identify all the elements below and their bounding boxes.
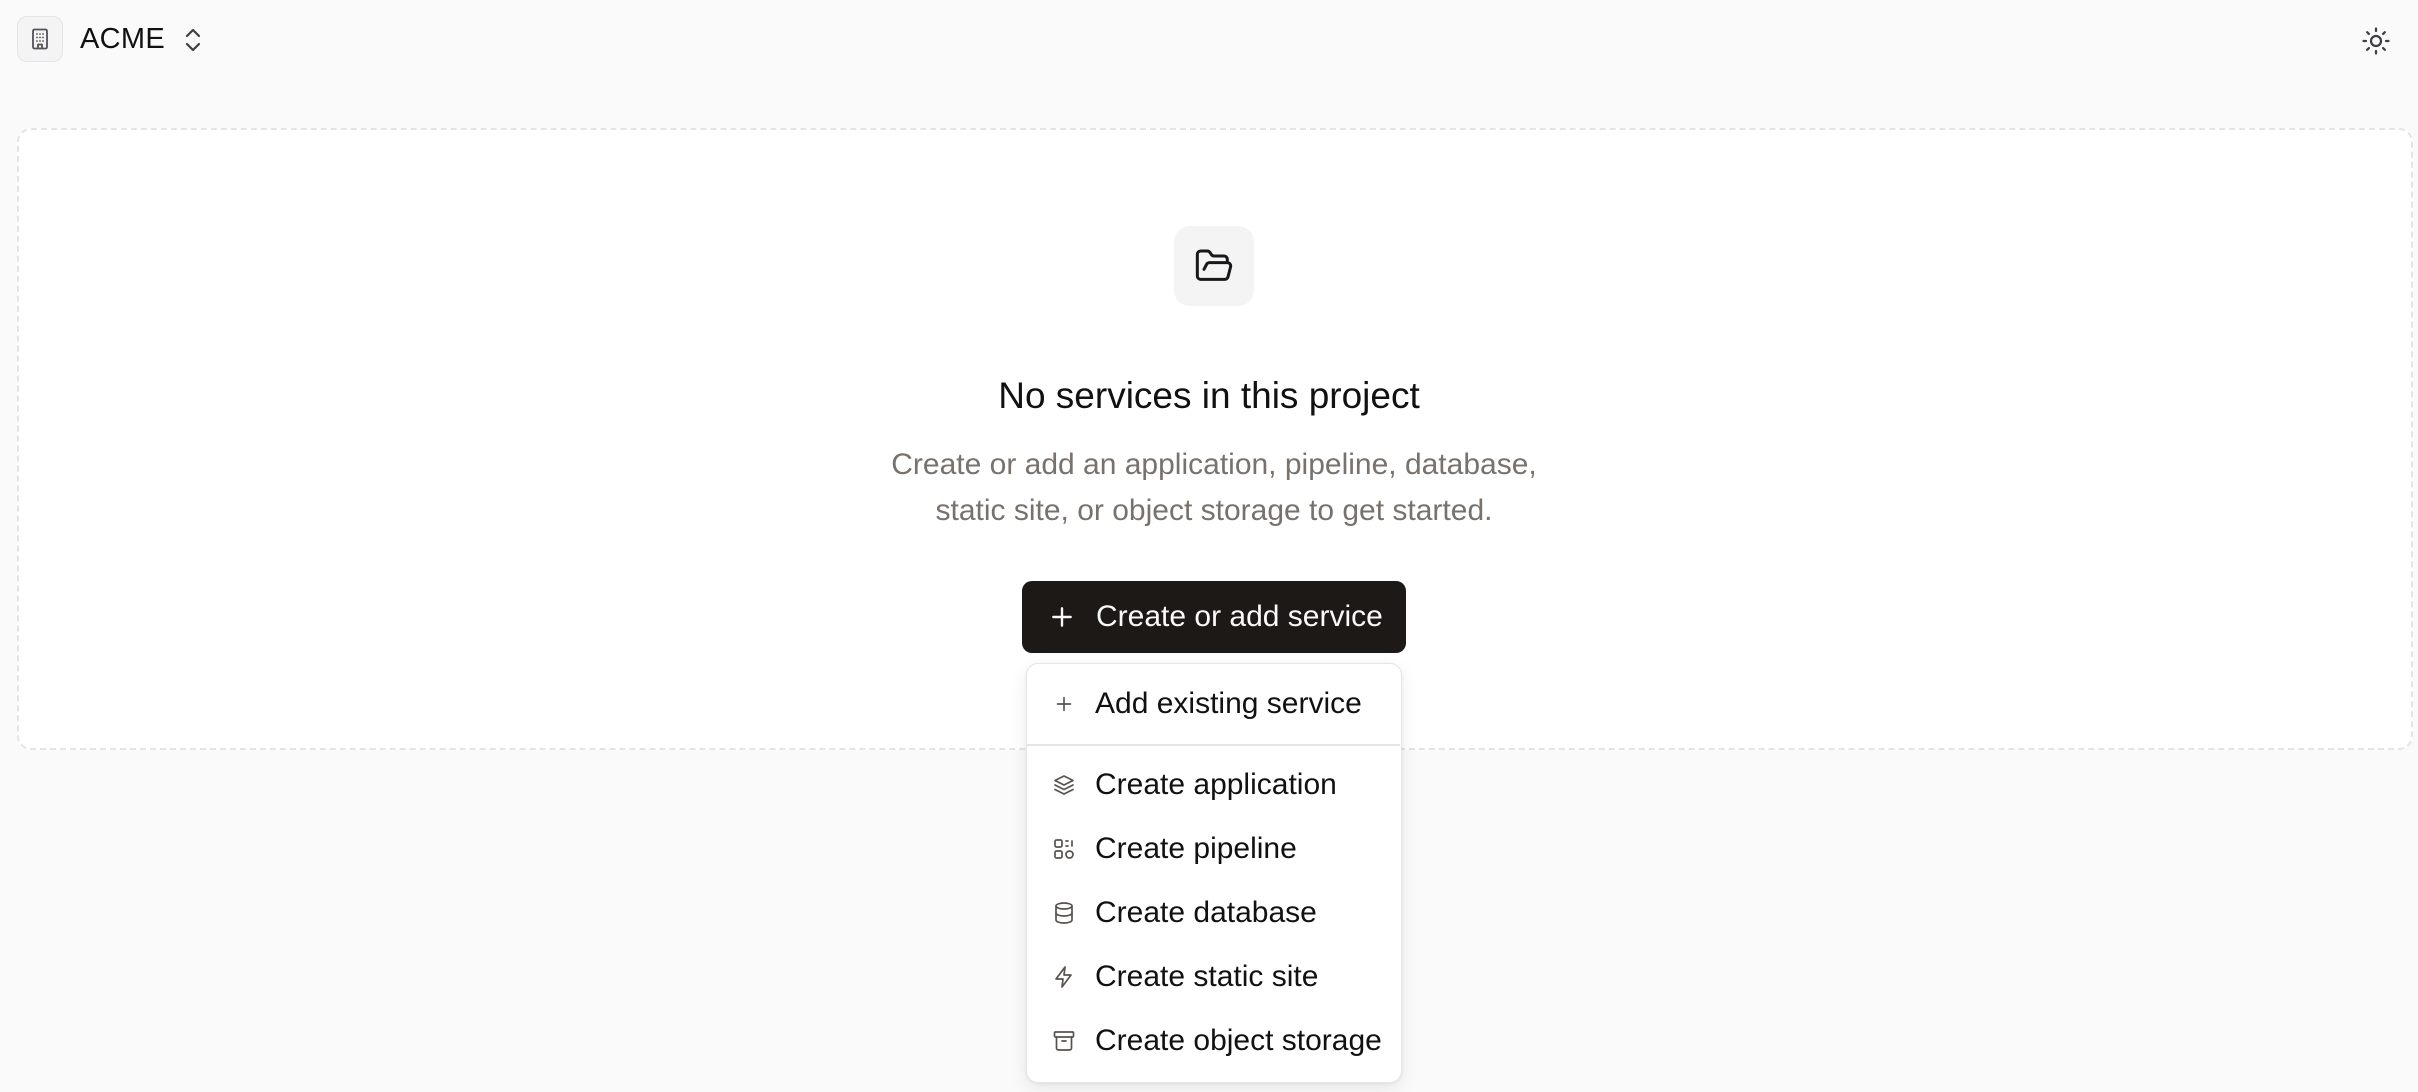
top-bar: ACME	[0, 0, 2418, 80]
folder-open-icon	[1195, 249, 1233, 281]
create-or-add-service-label: Create or add service	[1096, 600, 1383, 633]
menu-item-label: Create database	[1095, 896, 1317, 929]
archive-icon	[1051, 1028, 1077, 1054]
menu-item-label: Create application	[1095, 768, 1337, 801]
menu-item-create-application[interactable]: Create application	[1027, 755, 1403, 815]
empty-state-card	[17, 128, 2413, 750]
org-avatar-button[interactable]	[17, 16, 63, 62]
service-dropdown-menu: Add existing service Create application …	[1026, 663, 1402, 1083]
menu-item-label: Create static site	[1095, 960, 1319, 993]
plus-icon	[1051, 691, 1077, 717]
menu-separator	[1027, 744, 1400, 746]
create-or-add-service-button[interactable]: Create or add service	[1022, 581, 1406, 653]
empty-state-title: No services in this project	[998, 375, 1420, 416]
database-icon	[1051, 900, 1077, 926]
building-icon	[32, 28, 48, 50]
menu-item-create-static-site[interactable]: Create static site	[1027, 947, 1403, 1007]
menu-item-label: Create pipeline	[1095, 832, 1297, 865]
org-switcher-button[interactable]	[178, 22, 208, 58]
chevrons-up-down-icon	[185, 28, 201, 52]
menu-item-create-pipeline[interactable]: Create pipeline	[1027, 819, 1403, 879]
empty-state-icon-badge	[1174, 226, 1254, 306]
empty-state-description-line1: Create or add an application, pipeline, …	[891, 448, 1537, 481]
menu-item-create-database[interactable]: Create database	[1027, 883, 1403, 943]
workflow-icon	[1051, 836, 1077, 862]
layers-icon	[1051, 772, 1077, 798]
org-name[interactable]: ACME	[80, 20, 165, 58]
menu-item-create-object-storage[interactable]: Create object storage	[1027, 1011, 1403, 1071]
empty-state-description: Create or add an application, pipeline, …	[859, 442, 1569, 534]
menu-item-label: Add existing service	[1095, 687, 1362, 720]
sun-icon	[2362, 27, 2390, 55]
menu-item-add-existing-service[interactable]: Add existing service	[1027, 674, 1403, 734]
zap-icon	[1051, 964, 1077, 990]
empty-state-description-line2: static site, or object storage to get st…	[935, 494, 1493, 527]
menu-item-label: Create object storage	[1095, 1024, 1382, 1057]
theme-toggle-button[interactable]	[2355, 20, 2397, 62]
plus-icon	[1048, 603, 1076, 631]
